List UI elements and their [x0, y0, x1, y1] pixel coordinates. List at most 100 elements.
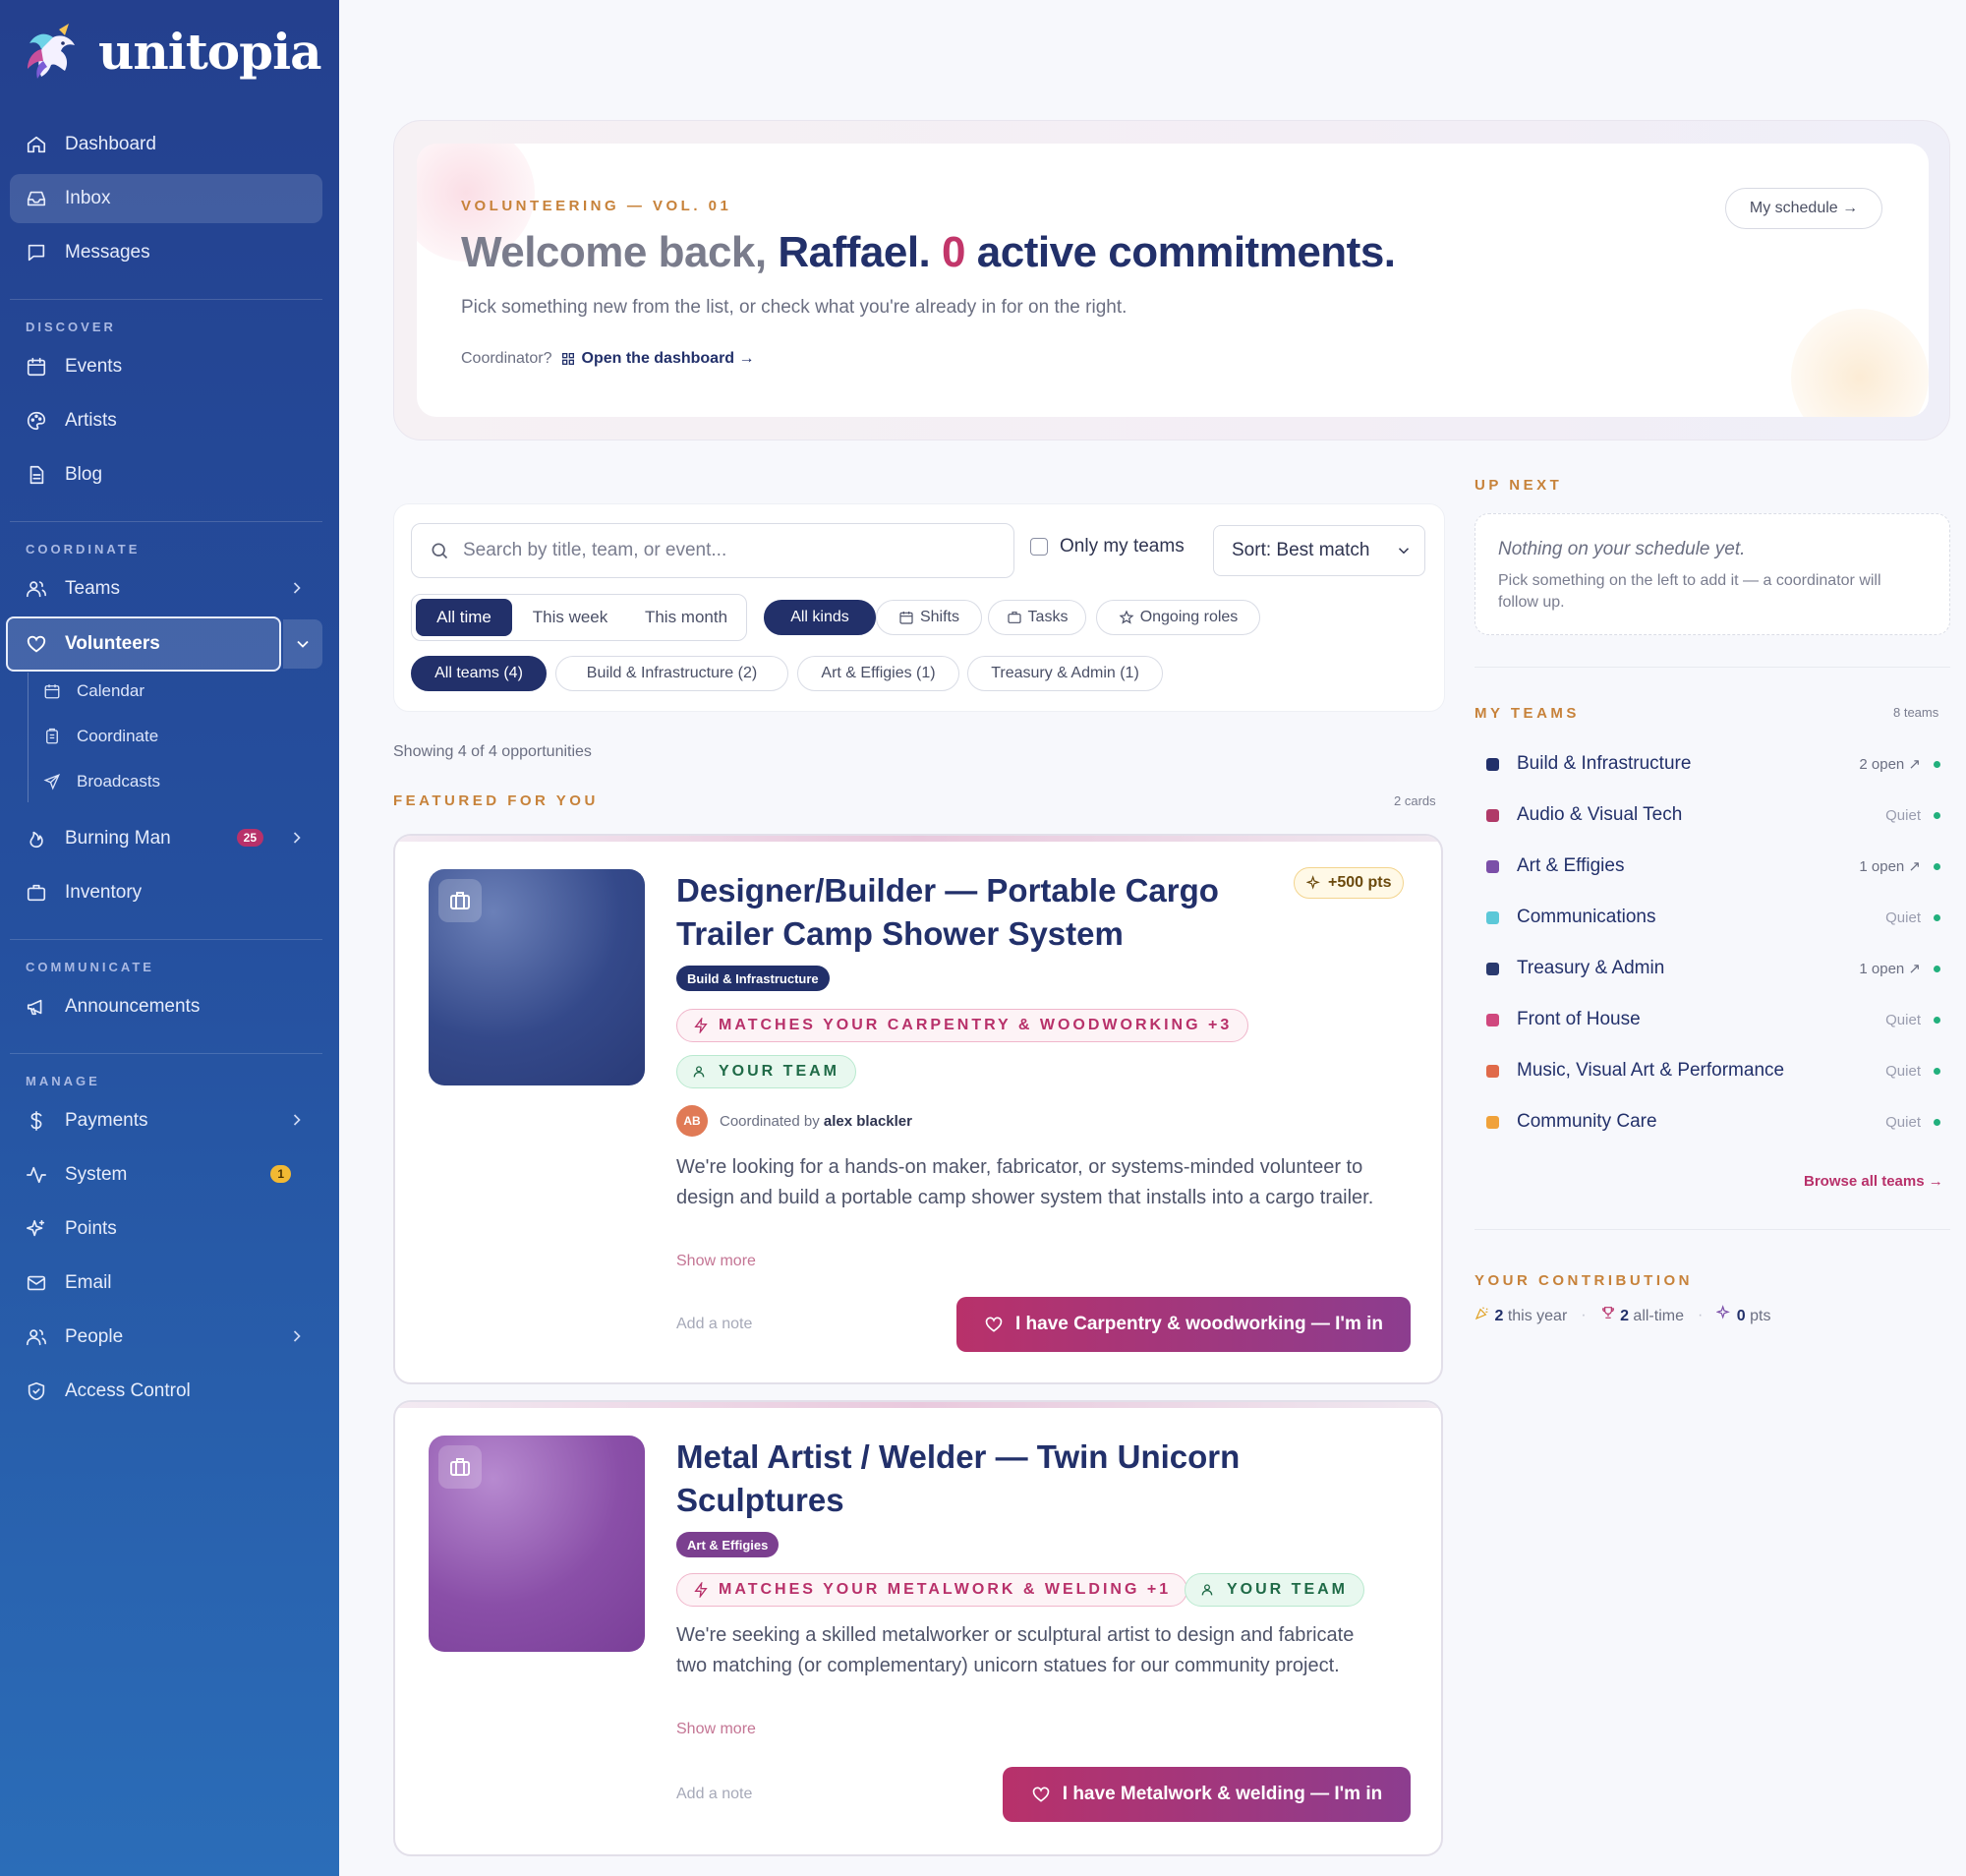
hero-subtitle: Pick something new from the list, or che… — [461, 297, 1128, 318]
nav-messages[interactable]: Messages — [10, 228, 322, 277]
users-icon — [26, 1326, 47, 1348]
nav-inventory[interactable]: Inventory — [10, 868, 322, 917]
nav-dashboard[interactable]: Dashboard — [10, 120, 322, 169]
team-row[interactable]: Music, Visual Art & Performance Quiet — [1474, 1051, 1950, 1090]
points-badge: +500 pts — [1294, 867, 1405, 899]
nav-sub-broadcasts[interactable]: Broadcasts — [43, 762, 160, 801]
section-communicate: COMMUNICATE — [26, 960, 154, 974]
status-dot — [1934, 1068, 1940, 1075]
card-title[interactable]: Metal Artist / Welder — Twin Unicorn Scu… — [676, 1436, 1240, 1522]
team-pill: Art & Effigies — [676, 1532, 780, 1557]
join-button[interactable]: I have Metalwork & welding — I'm in — [1003, 1767, 1411, 1822]
nav-artists[interactable]: Artists — [10, 396, 322, 445]
your-team-text: YOUR TEAM — [1227, 1581, 1348, 1598]
team-row[interactable]: Communications Quiet — [1474, 898, 1950, 937]
nav-teams[interactable]: Teams — [10, 564, 322, 614]
nav-people[interactable]: People — [10, 1313, 322, 1362]
sidebar: unitopia Dashboard Inbox Messages DISCOV… — [0, 0, 339, 1876]
heart-icon — [27, 635, 46, 653]
time-this-week[interactable]: This week — [516, 599, 624, 636]
team-row[interactable]: Front of House Quiet — [1474, 1000, 1950, 1039]
nav-label: People — [65, 1326, 124, 1347]
only-my-teams-checkbox[interactable] — [1030, 538, 1048, 556]
kind-all[interactable]: All kinds — [764, 600, 876, 635]
coordinator-name[interactable]: alex blackler — [824, 1113, 912, 1130]
my-teams-heading: MY TEAMS — [1474, 705, 1580, 722]
team-filter-art[interactable]: Art & Effigies (1) — [797, 656, 959, 691]
nav-sub-calendar[interactable]: Calendar — [43, 672, 145, 711]
sort-select[interactable]: Sort: Best match — [1213, 525, 1425, 576]
sparkle-icon — [1306, 875, 1320, 890]
nav-events[interactable]: Events — [10, 342, 322, 391]
team-row[interactable]: Build & Infrastructure 2 open ↗ — [1474, 744, 1950, 784]
heart-icon — [985, 1317, 1003, 1332]
briefcase-icon — [1007, 612, 1021, 623]
logo[interactable]: unitopia — [22, 22, 321, 81]
nav-system[interactable]: System 1 — [10, 1150, 322, 1200]
show-more-link[interactable]: Show more — [676, 1721, 756, 1738]
nav-sub-coordinate[interactable]: Coordinate — [43, 717, 158, 756]
nav-access-control[interactable]: Access Control — [10, 1367, 322, 1416]
chevron-down-icon — [297, 640, 309, 648]
bolt-icon — [694, 1018, 708, 1033]
chevron-right-icon — [287, 1326, 307, 1346]
mail-icon — [26, 1272, 47, 1294]
card-title[interactable]: Designer/Builder — Portable Cargo Traile… — [676, 869, 1219, 956]
nav-blog[interactable]: Blog — [10, 450, 322, 499]
card-thumbnail — [429, 1436, 645, 1652]
stat-label: all-time — [1633, 1308, 1684, 1324]
team-name: Art & Effigies — [1517, 855, 1625, 876]
nav-label: System — [65, 1164, 128, 1185]
team-row[interactable]: Art & Effigies 1 open ↗ — [1474, 847, 1950, 886]
dollar-icon — [26, 1110, 47, 1132]
team-name: Audio & Visual Tech — [1517, 804, 1683, 825]
team-filter-build[interactable]: Build & Infrastructure (2) — [555, 656, 788, 691]
nav-inbox[interactable]: Inbox — [10, 174, 322, 223]
status-dot — [1934, 966, 1940, 972]
nav-label: Payments — [65, 1110, 148, 1131]
hero-card — [417, 144, 1929, 417]
submenu-guide — [28, 673, 29, 802]
nav-points[interactable]: Points — [10, 1204, 322, 1254]
nav-email[interactable]: Email — [10, 1259, 322, 1308]
kind-ongoing-roles[interactable]: Ongoing roles — [1096, 600, 1260, 635]
team-filter-all[interactable]: All teams (4) — [411, 656, 547, 691]
team-filter-treasury[interactable]: Treasury & Admin (1) — [967, 656, 1163, 691]
divider — [1474, 667, 1950, 668]
team-row[interactable]: Treasury & Admin 1 open ↗ — [1474, 949, 1950, 988]
up-next-title: Nothing on your schedule yet. — [1498, 539, 1746, 559]
team-row[interactable]: Community Care Quiet — [1474, 1102, 1950, 1142]
join-button[interactable]: I have Carpentry & woodworking — I'm in — [956, 1297, 1411, 1352]
time-this-month[interactable]: This month — [628, 599, 744, 636]
add-note-input[interactable]: Add a note — [676, 1316, 752, 1333]
volunteers-expand-toggle[interactable] — [283, 619, 322, 669]
add-note-input[interactable]: Add a note — [676, 1786, 752, 1803]
join-label: I have Metalwork & welding — I'm in — [1062, 1784, 1383, 1804]
time-all[interactable]: All time — [416, 599, 512, 636]
nav-volunteers[interactable]: Volunteers — [6, 616, 281, 672]
search-icon — [432, 543, 448, 559]
divider — [10, 939, 322, 940]
avatar: AB — [676, 1105, 708, 1137]
team-row[interactable]: Audio & Visual Tech Quiet — [1474, 795, 1950, 835]
show-more-link[interactable]: Show more — [676, 1253, 756, 1270]
search-input[interactable]: Search by title, team, or event... — [411, 523, 1014, 578]
open-dashboard-link[interactable]: Open the dashboard → — [560, 350, 755, 368]
briefcase-icon — [26, 882, 47, 904]
my-schedule-button[interactable]: My schedule → — [1725, 188, 1882, 229]
nav-announcements[interactable]: Announcements — [10, 982, 322, 1031]
your-team-pill: YOUR TEAM — [1185, 1573, 1364, 1607]
kind-shifts[interactable]: Shifts — [876, 600, 982, 635]
time-range-segment: All time This week This month — [411, 594, 747, 641]
nav-payments[interactable]: Payments — [10, 1096, 322, 1145]
section-manage: MANAGE — [26, 1074, 100, 1088]
coordinator-row: Coordinator? Open the dashboard → — [461, 350, 755, 368]
browse-all-teams-link[interactable]: Browse all teams → — [1804, 1173, 1943, 1190]
chevron-right-icon — [287, 1110, 307, 1130]
results-count: Showing 4 of 4 opportunities — [393, 743, 592, 760]
divider — [10, 299, 322, 300]
only-my-teams-toggle[interactable]: Only my teams — [1030, 536, 1185, 557]
kind-tasks[interactable]: Tasks — [988, 600, 1086, 635]
nav-burning-man[interactable]: Burning Man 25 — [10, 814, 322, 863]
sparkle-icon — [1715, 1305, 1731, 1319]
